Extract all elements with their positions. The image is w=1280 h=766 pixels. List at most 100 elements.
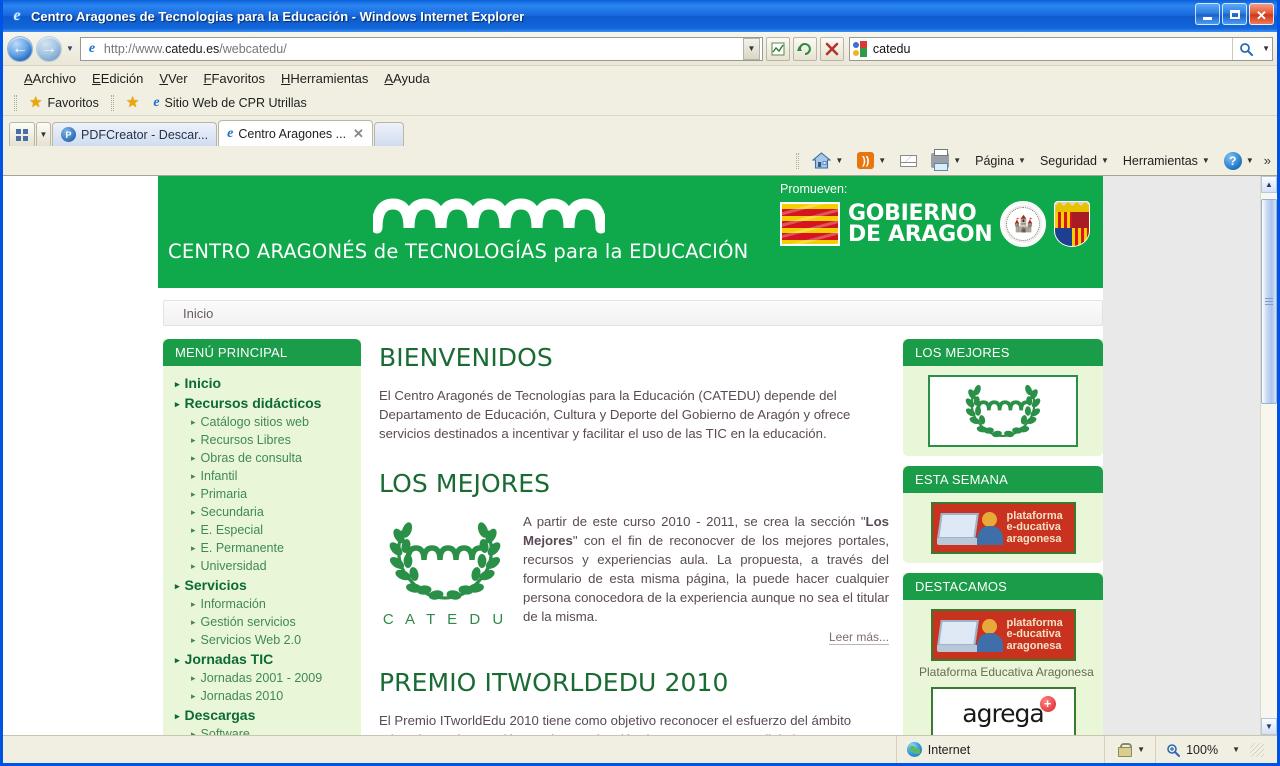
sidebar-item-informacion[interactable]: ▸ Información [163,595,361,613]
chevron-down-icon[interactable]: ▼ [878,156,886,165]
sidebar-item-catalogo-sitios-web[interactable]: ▸ Catálogo sitios web [163,413,361,431]
quick-tabs-button[interactable] [9,122,35,146]
add-to-favorites-bar-button[interactable]: ★ [119,94,146,111]
toolbar-grip[interactable] [796,152,800,169]
toolbar-overflow-button[interactable]: » [1262,153,1271,168]
sidebar-item-gestion-servicios[interactable]: ▸ Gestión servicios [163,613,361,631]
maximize-button[interactable] [1222,3,1247,25]
tab-pdfcreator[interactable]: P PDFCreator - Descar... [52,122,218,146]
recent-pages-dropdown[interactable]: ▼ [65,44,77,53]
zoom-control[interactable]: 100% ▼ [1155,736,1277,763]
forward-button[interactable]: → [36,35,62,62]
browser-window: e Centro Aragones de Tecnologias para la… [0,0,1280,766]
search-box[interactable]: catedu ▼ [848,36,1273,61]
bullet-arrow-icon: ▸ [175,399,180,409]
sidebar-item-secundaria[interactable]: ▸ Secundaria [163,503,361,521]
image-wrap[interactable]: plataforma e-ducativa aragonesa [903,502,1103,554]
sidebar-item-e-permanente[interactable]: ▸ E. Permanente [163,539,361,557]
address-text: http://www.catedu.es/webcatedu/ [103,41,287,56]
read-more-label: Leer más... [828,630,889,645]
sidebar-item-primaria[interactable]: ▸ Primaria [163,485,361,503]
chevron-down-icon[interactable]: ▼ [1137,745,1145,754]
sidebar-item-jornadas-tic[interactable]: ▸ Jornadas TIC [163,649,361,669]
sidebar-item-servicios[interactable]: ▸ Servicios [163,575,361,595]
menu-herramientas[interactable]: HHerramientas [274,69,375,88]
right-block-heading: DESTACAMOS [903,573,1103,600]
close-button[interactable]: ✕ [1249,3,1274,25]
page-menu-button[interactable]: Página ▼ [969,151,1032,171]
resize-grip-icon[interactable] [1250,742,1264,757]
sidebar-item-recursos-libres[interactable]: ▸ Recursos Libres [163,431,361,449]
toolbar-grip[interactable] [14,94,17,111]
chevron-down-icon[interactable]: ▼ [1224,745,1240,754]
image-wrap[interactable]: agrega + [903,687,1103,735]
menu-ayuda[interactable]: AAyuda [377,69,436,88]
sidebar-item-descargas[interactable]: ▸ Descargas [163,705,361,725]
favorites-button[interactable]: ★ Favoritos [22,94,106,111]
search-input[interactable]: catedu [869,42,1232,56]
item-caption[interactable]: Plataforma Educativa Aragonesa [903,661,1103,687]
scrollbar-thumb[interactable] [1261,199,1277,404]
pdfcreator-icon: P [61,127,76,142]
address-input[interactable]: e http://www.catedu.es/webcatedu/ ▼ [79,36,763,61]
image-wrap[interactable]: plataforma e-ducativa aragonesa [903,609,1103,661]
feeds-button[interactable]: )) ▼ [851,149,892,172]
tools-menu-button[interactable]: Herramientas ▼ [1117,151,1216,171]
sidebar-item-recursos-didacticos[interactable]: ▸ Recursos didácticos [163,393,361,413]
plataforma-educativa-icon: plataforma e-ducativa aragonesa [930,502,1076,554]
search-button[interactable] [1232,37,1258,60]
sidebar-item-jornadas-2001-2009[interactable]: ▸ Jornadas 2001 - 2009 [163,669,361,687]
security-zone[interactable]: Internet [895,736,1104,763]
menu-ver[interactable]: VVer [152,69,194,88]
laptop-glyph [936,511,981,545]
compatibility-view-button[interactable] [765,36,790,61]
menu-favoritos[interactable]: FFavoritos [197,69,272,88]
window-title: Centro Aragones de Tecnologias para la E… [31,8,525,24]
toolbar-grip[interactable] [110,94,114,111]
chevron-down-icon[interactable]: ▼ [835,156,843,165]
sidebar-item-software[interactable]: ▸ Software [163,725,361,735]
search-dropdown-button[interactable]: ▼ [1258,44,1270,53]
home-icon [812,152,832,169]
page-columns: MENÚ PRINCIPAL ▸ Inicio ▸ Recursos didácti… [163,339,1103,735]
stop-icon [825,42,839,55]
address-dropdown-button[interactable]: ▼ [742,37,760,60]
site-banner: CENTRO ARAGONÉS de TECNOLOGÍAS para la E… [158,176,1103,288]
new-tab-button[interactable] [373,122,404,146]
read-mail-button[interactable] [894,152,923,170]
tab-list-button[interactable]: ▼ [36,122,51,146]
sidebar-item-servicios-web-20[interactable]: ▸ Servicios Web 2.0 [163,631,361,649]
sidebar-item-inicio[interactable]: ▸ Inicio [163,373,361,393]
minimize-button[interactable] [1195,3,1220,25]
security-menu-button[interactable]: Seguridad ▼ [1034,151,1115,171]
chevron-down-icon[interactable]: ▼ [953,156,961,165]
scrollbar-track[interactable] [1261,193,1277,718]
sidebar-item-e-especial[interactable]: ▸ E. Especial [163,521,361,539]
tab-centro-aragones[interactable]: e Centro Aragones ... ✕ [218,120,373,146]
bullet-arrow-icon: ▸ [175,655,180,665]
breadcrumb-item-inicio[interactable]: Inicio [183,306,213,321]
sidebar-item-label: Recursos Libres [200,433,291,447]
sidebar-item-universidad[interactable]: ▸ Universidad [163,557,361,575]
menu-archivo[interactable]: AArchivo [17,69,83,88]
scroll-up-button[interactable]: ▲ [1261,176,1277,193]
image-wrap[interactable] [903,375,1103,447]
vertical-scrollbar[interactable]: ▲ ▼ [1260,176,1277,735]
gobierno-aragon-logo[interactable]: GOBIERNO DE ARAGON 🏰 [780,201,1091,247]
favorite-link-cpr-utrillas[interactable]: e Sitio Web de CPR Utrillas [146,94,313,112]
print-button[interactable]: ▼ [925,149,967,171]
scroll-down-button[interactable]: ▼ [1261,718,1277,735]
sidebar-item-obras-de-consulta[interactable]: ▸ Obras de consulta [163,449,361,467]
close-icon[interactable]: ✕ [353,126,364,142]
menu-edicion[interactable]: EEdición [85,69,150,88]
sidebar-item-infantil[interactable]: ▸ Infantil [163,467,361,485]
refresh-button[interactable] [792,36,817,61]
sidebar-item-jornadas-2010[interactable]: ▸ Jornadas 2010 [163,687,361,705]
protected-mode-indicator[interactable]: ▼ [1104,736,1155,763]
help-menu-button[interactable]: ? ▼ [1218,149,1260,173]
read-more-link[interactable]: Leer más... [523,630,889,645]
back-button[interactable]: ← [7,35,33,62]
university-seal-icon: 🏰 [1000,201,1047,247]
stop-button[interactable] [819,36,844,61]
home-button[interactable]: ▼ [806,149,849,172]
